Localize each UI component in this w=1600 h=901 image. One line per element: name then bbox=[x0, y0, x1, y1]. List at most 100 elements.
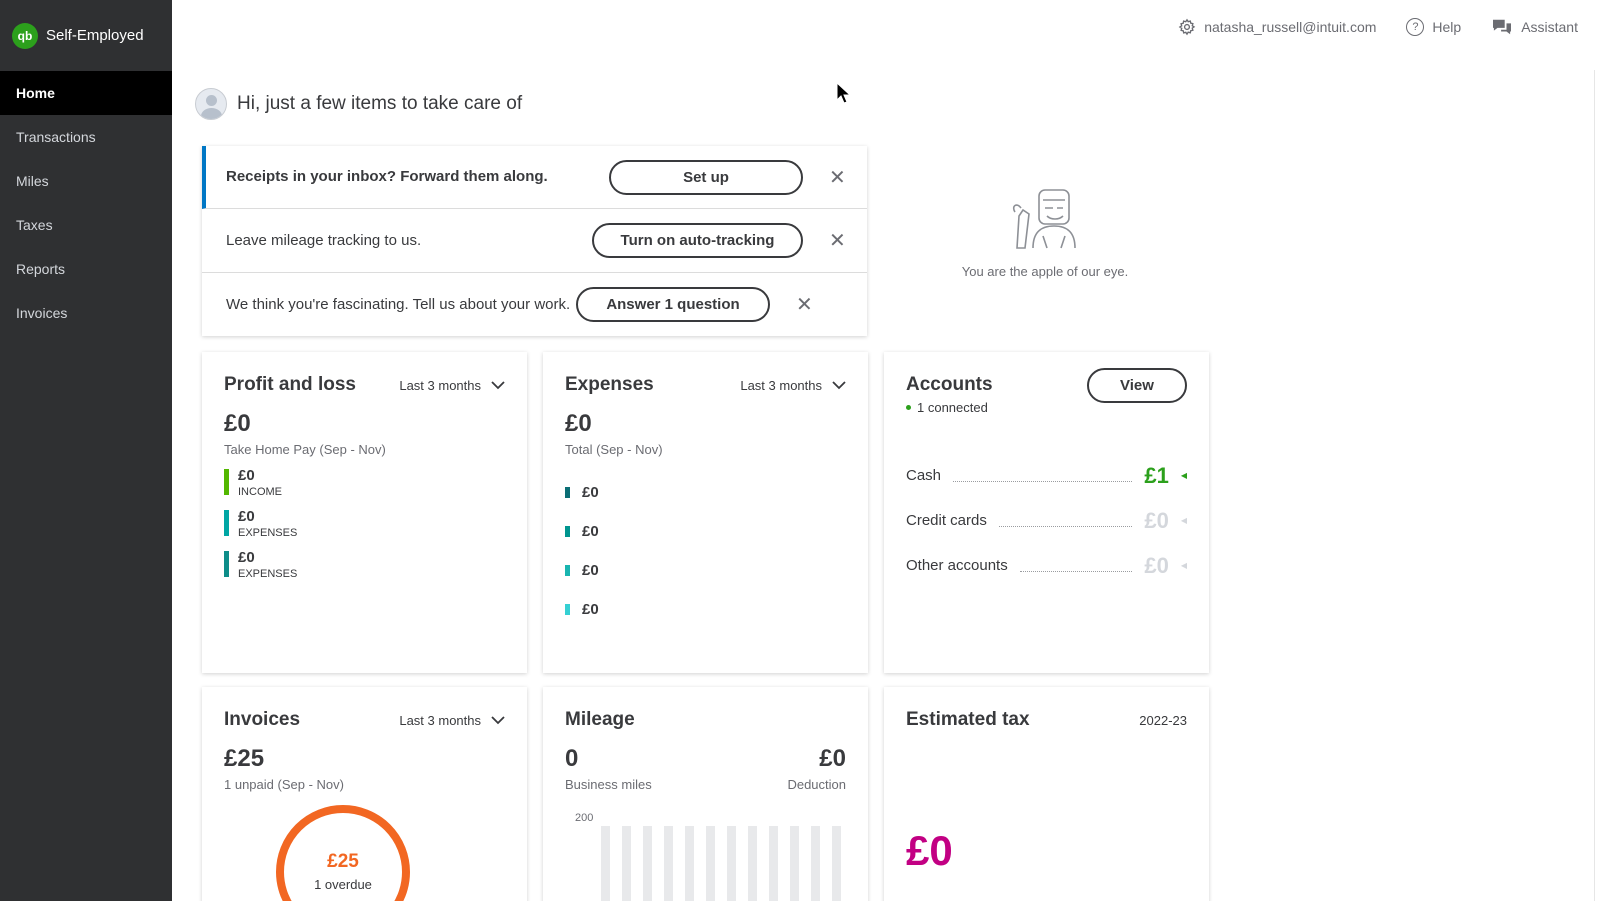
mileage-card: Mileage 0 Business miles £0 Deduction 20… bbox=[543, 687, 868, 901]
connected-label: 1 connected bbox=[917, 400, 988, 415]
close-icon[interactable]: ✕ bbox=[796, 292, 813, 317]
account-row[interactable]: Cash £1 ◀ bbox=[906, 453, 1187, 498]
account-row[interactable]: Other accounts £0 ◀ bbox=[906, 543, 1187, 588]
period-label: Last 3 months bbox=[399, 712, 481, 728]
donut-amount: £25 bbox=[327, 851, 359, 872]
invoices-subtitle: 1 unpaid (Sep - Nov) bbox=[224, 777, 344, 792]
settings-menu[interactable]: natasha_russell@intuit.com bbox=[1178, 18, 1376, 36]
chart-bar bbox=[601, 826, 610, 901]
row-value: £0 bbox=[582, 484, 599, 501]
category-marker bbox=[565, 604, 570, 615]
period-dropdown[interactable]: Last 3 months bbox=[740, 378, 846, 393]
list-item: £0 EXPENSES bbox=[224, 508, 505, 539]
list-item: £0 bbox=[565, 551, 846, 590]
dotted-leader bbox=[998, 526, 1133, 527]
sidebar-item-invoices[interactable]: Invoices bbox=[0, 291, 172, 335]
assistant-label: Assistant bbox=[1521, 19, 1578, 35]
status-dot-icon bbox=[906, 405, 911, 410]
chart-bar bbox=[790, 826, 799, 901]
task-list: Receipts in your inbox? Forward them alo… bbox=[202, 146, 867, 336]
card-title: Estimated tax bbox=[906, 709, 1030, 730]
list-item: £0 EXPENSES bbox=[224, 549, 505, 580]
row-value: £0 bbox=[238, 508, 255, 525]
scrollbar[interactable] bbox=[1594, 70, 1600, 901]
expenses-bar bbox=[224, 510, 229, 536]
question-circle-icon: ? bbox=[1406, 18, 1425, 36]
sidebar-item-home[interactable]: Home bbox=[0, 71, 172, 115]
row-value: £0 bbox=[238, 549, 255, 566]
list-item: £0 bbox=[565, 473, 846, 512]
card-title: Expenses bbox=[565, 374, 654, 395]
expenses-subtitle: Total (Sep - Nov) bbox=[565, 442, 663, 457]
account-label: Credit cards bbox=[906, 512, 987, 529]
greeting: Hi, just a few items to take care of bbox=[195, 88, 522, 120]
person-illustration-icon bbox=[1012, 189, 1076, 249]
profit-and-loss-card: Profit and loss Last 3 months £0 Take Ho… bbox=[202, 352, 527, 673]
chart-bar bbox=[622, 826, 631, 901]
account-row[interactable]: Credit cards £0 ◀ bbox=[906, 498, 1187, 543]
invoice-donut-chart[interactable]: £25 1 overdue bbox=[276, 805, 410, 901]
period-label: Last 3 months bbox=[740, 377, 822, 393]
card-title: Profit and loss bbox=[224, 374, 356, 395]
chart-bar bbox=[706, 826, 715, 901]
chart-bar bbox=[832, 826, 841, 901]
estimated-tax-card: Estimated tax 2022-23 £0 bbox=[884, 687, 1209, 901]
caret-left-icon: ◀ bbox=[1180, 561, 1187, 570]
caret-left-icon: ◀ bbox=[1180, 516, 1187, 525]
row-value: £0 bbox=[238, 467, 255, 484]
deduction-label: Deduction bbox=[787, 777, 846, 792]
card-title: Accounts bbox=[906, 374, 993, 395]
close-icon[interactable]: ✕ bbox=[829, 165, 846, 190]
income-bar bbox=[224, 469, 229, 495]
sidebar-item-reports[interactable]: Reports bbox=[0, 247, 172, 291]
task-text: We think you're fascinating. Tell us abo… bbox=[226, 295, 571, 313]
category-marker bbox=[565, 526, 570, 537]
sidebar-item-transactions[interactable]: Transactions bbox=[0, 115, 172, 159]
connected-status: 1 connected bbox=[906, 400, 993, 415]
category-marker bbox=[565, 565, 570, 576]
avatar[interactable] bbox=[195, 88, 227, 120]
row-value: £0 bbox=[582, 601, 599, 618]
period-dropdown[interactable]: Last 3 months bbox=[399, 378, 505, 393]
business-miles-label: Business miles bbox=[565, 777, 652, 792]
task-item: Receipts in your inbox? Forward them alo… bbox=[202, 146, 867, 209]
deduction-value: £0 bbox=[819, 745, 846, 772]
mouse-cursor-icon bbox=[836, 82, 852, 104]
chart-bar bbox=[748, 826, 757, 901]
sidebar-item-taxes[interactable]: Taxes bbox=[0, 203, 172, 247]
chat-bubbles-icon bbox=[1493, 19, 1512, 35]
period-dropdown[interactable]: Last 3 months bbox=[399, 713, 505, 728]
expenses-card: Expenses Last 3 months £0 Total (Sep - N… bbox=[543, 352, 868, 673]
sidebar-item-miles[interactable]: Miles bbox=[0, 159, 172, 203]
dotted-leader bbox=[1019, 571, 1133, 572]
close-icon[interactable]: ✕ bbox=[829, 228, 846, 253]
chevron-down-icon bbox=[491, 715, 505, 724]
sidebar: qb Self-Employed Home Transactions Miles… bbox=[0, 0, 172, 901]
set-up-button[interactable]: Set up bbox=[609, 159, 803, 195]
view-accounts-button[interactable]: View bbox=[1087, 368, 1187, 403]
card-title: Mileage bbox=[565, 709, 635, 730]
greeting-text: Hi, just a few items to take care of bbox=[237, 93, 523, 114]
caret-left-icon: ◀ bbox=[1180, 471, 1187, 480]
expenses-bar bbox=[224, 551, 229, 577]
sidebar-nav: Home Transactions Miles Taxes Reports In… bbox=[0, 71, 172, 335]
estimated-tax-amount: £0 bbox=[906, 827, 953, 874]
row-label: EXPENSES bbox=[238, 568, 298, 580]
answer-question-button[interactable]: Answer 1 question bbox=[576, 287, 770, 322]
row-value: £0 bbox=[582, 523, 599, 540]
donut-subtitle: 1 overdue bbox=[314, 877, 372, 892]
account-value: £0 bbox=[1144, 507, 1169, 533]
take-home-subtitle: Take Home Pay (Sep - Nov) bbox=[224, 442, 386, 457]
assistant-link[interactable]: Assistant bbox=[1491, 18, 1578, 36]
period-label: Last 3 months bbox=[399, 377, 481, 393]
category-marker bbox=[565, 487, 570, 498]
chart-bar bbox=[727, 826, 736, 901]
top-bar: natasha_russell@intuit.com ? Help Assist… bbox=[1178, 18, 1578, 36]
expenses-amount: £0 bbox=[565, 410, 592, 437]
turn-on-auto-tracking-button[interactable]: Turn on auto-tracking bbox=[592, 223, 803, 258]
brand[interactable]: qb Self-Employed bbox=[0, 0, 172, 71]
list-item: £0 INCOME bbox=[224, 467, 505, 498]
help-link[interactable]: ? Help bbox=[1406, 18, 1461, 36]
row-label: EXPENSES bbox=[238, 527, 298, 539]
invoices-card: Invoices Last 3 months £25 1 unpaid (Sep… bbox=[202, 687, 527, 901]
